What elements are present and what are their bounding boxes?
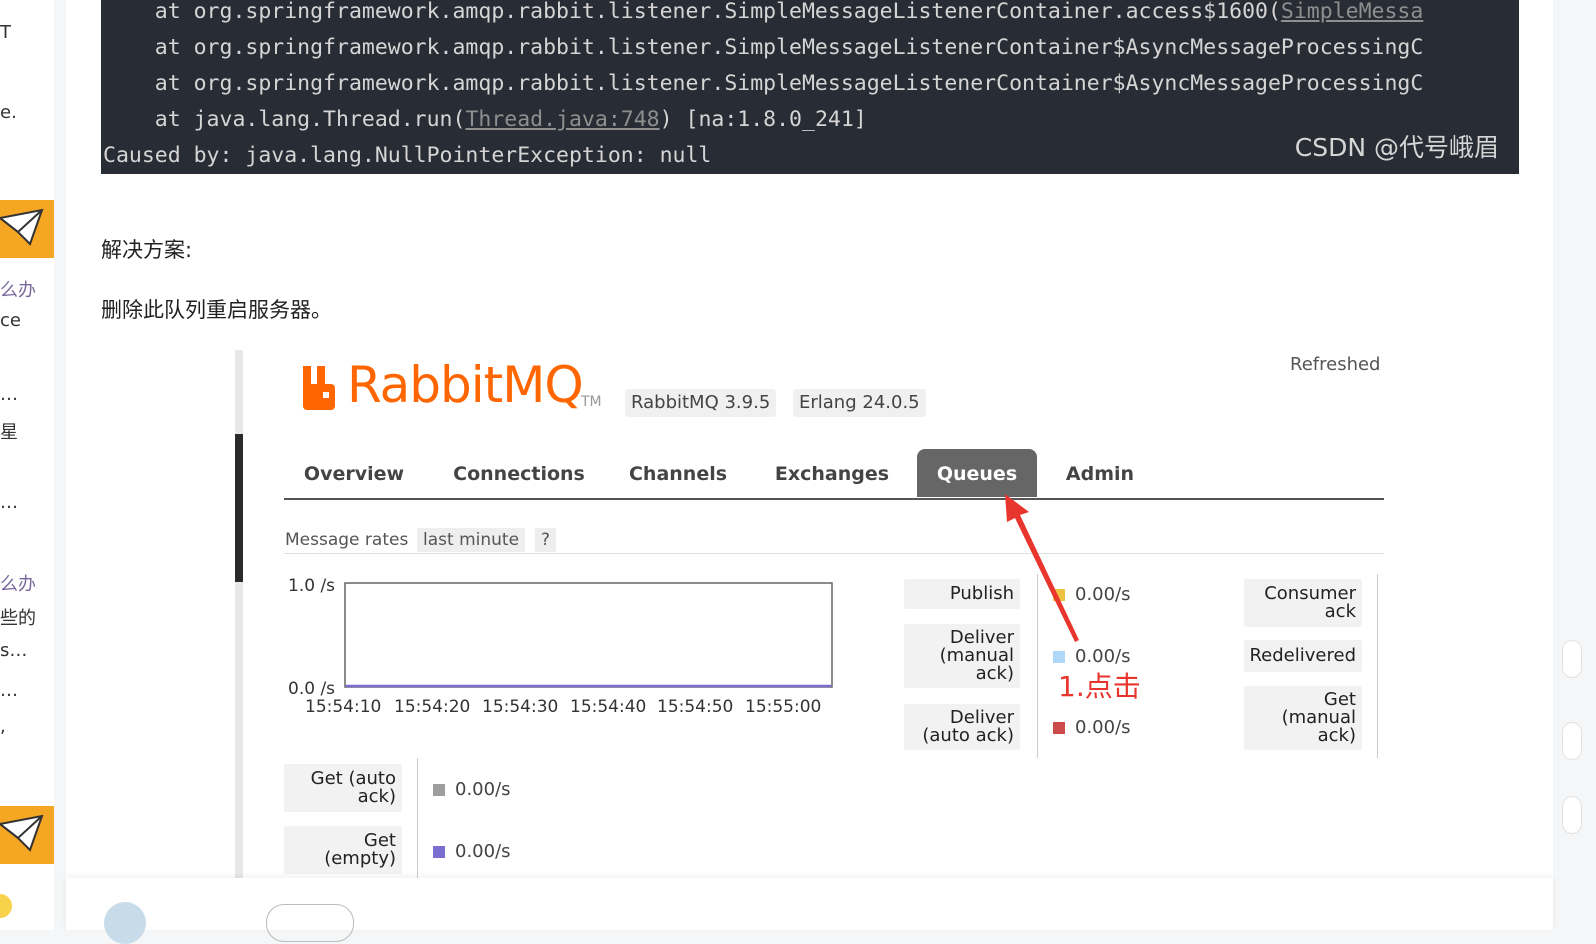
sidebar-text: 些的 (0, 608, 36, 629)
scrollbar-thumb[interactable] (235, 434, 243, 582)
x-tick: 15:54:40 (570, 697, 646, 717)
rates-period-button[interactable]: last minute (417, 528, 526, 552)
sidebar-text: ce (0, 310, 21, 331)
code-line: at org.springframework.amqp.rabbit.liste… (103, 0, 1424, 24)
legend-swatch (1053, 650, 1065, 663)
get-auto-ack-button[interactable]: Get (auto ack) (284, 764, 402, 812)
tab-overview[interactable]: Overview (292, 449, 416, 497)
watermark: CSDN @代号峨眉 (1294, 133, 1499, 162)
side-float-button[interactable] (1562, 796, 1582, 834)
x-tick: 15:54:20 (394, 697, 470, 717)
bottom-toolbar (66, 878, 1553, 944)
x-tick: 15:54:10 (305, 697, 381, 717)
get-auto-rate: 0.00/s (433, 779, 511, 800)
x-tick: 15:54:30 (482, 697, 558, 717)
sidebar-link[interactable]: 么办 (0, 570, 36, 596)
chart-plot-area (344, 582, 833, 688)
side-float-button[interactable] (1562, 640, 1582, 678)
sidebar-text: … (0, 680, 18, 701)
rabbitmq-screenshot: RabbitMQ TM RabbitMQ 3.9.5 Erlang 24.0.5… (235, 350, 1395, 880)
code-link[interactable]: Thread.java:748 (465, 107, 659, 132)
tab-exchanges[interactable]: Exchanges (762, 449, 902, 497)
paper-plane-icon (0, 208, 44, 246)
refreshed-label: Refreshed (1290, 354, 1381, 375)
sidebar-text: s… (0, 640, 28, 661)
legend-swatch (433, 845, 445, 858)
get-manual-ack-button[interactable]: Get (manual ack) (1244, 686, 1362, 750)
code-line: at org.springframework.amqp.rabbit.liste… (103, 71, 1424, 96)
sidebar-text: 星 (0, 422, 18, 443)
rates-help-button[interactable]: ? (535, 528, 557, 552)
sidebar-badge[interactable] (0, 806, 54, 864)
sidebar-text: , (0, 716, 6, 737)
get-empty-rate: 0.00/s (433, 841, 511, 862)
side-float-button[interactable] (1562, 722, 1582, 760)
logo-trademark: TM (581, 394, 602, 410)
rabbitmq-logo-icon (303, 366, 335, 410)
right-gutter (1553, 0, 1596, 930)
message-rates-label: Message rates (285, 530, 409, 550)
deliver-auto-ack-button[interactable]: Deliver (auto ack) (904, 704, 1020, 750)
redelivered-button[interactable]: Redelivered (1244, 640, 1362, 672)
tab-channels[interactable]: Channels (622, 449, 734, 497)
deliver-auto-rate: 0.00/s (1053, 717, 1131, 738)
x-tick: 15:54:50 (657, 697, 733, 717)
message-rates-bar: Message rates last minute ? (284, 526, 1384, 554)
code-line: at java.lang.Thread.run(Thread.java:748)… (103, 107, 867, 132)
annotation-text: 1.点击 (1058, 670, 1141, 703)
legend-swatch (433, 783, 445, 796)
left-sidebar: T e. 么办 ce … 星 … 么办 些的 s… … , (0, 0, 54, 930)
sidebar-text: … (0, 384, 18, 405)
sidebar-text: … (0, 492, 18, 513)
erlang-badge: Erlang 24.0.5 (793, 389, 926, 417)
solution-text: 删除此队列重启服务器。 (101, 298, 332, 322)
rabbitmq-logo-text: RabbitMQ (347, 356, 584, 414)
solution-heading: 解决方案: (101, 238, 193, 262)
sidebar-badge[interactable] (0, 200, 54, 258)
sidebar-link[interactable]: 么办 (0, 276, 36, 302)
code-line: Caused by: java.lang.NullPointerExceptio… (103, 143, 712, 168)
sidebar-text: e. (0, 102, 17, 123)
annotation-arrow-icon (1005, 494, 1079, 642)
legend-swatch (1053, 721, 1065, 734)
follow-button[interactable] (266, 904, 354, 942)
x-tick: 15:55:00 (745, 697, 821, 717)
code-block: at org.springframework.amqp.rabbit.liste… (101, 0, 1519, 174)
y-tick-max: 1.0 /s (288, 576, 335, 596)
version-badge: RabbitMQ 3.9.5 (625, 389, 777, 417)
emoji-icon (0, 894, 12, 918)
paper-plane-icon (0, 814, 44, 852)
tab-connections[interactable]: Connections (444, 449, 594, 497)
get-empty-button[interactable]: Get (empty) (284, 826, 402, 874)
divider (1377, 574, 1378, 758)
divider (417, 758, 418, 880)
scrollbar[interactable] (235, 350, 243, 880)
nav-tabs: Overview Connections Channels Exchanges … (284, 449, 1384, 500)
sidebar-text: T (0, 22, 11, 43)
consumer-ack-button[interactable]: Consumer ack (1244, 579, 1362, 627)
code-line: at org.springframework.amqp.rabbit.liste… (103, 35, 1424, 60)
y-tick-min: 0.0 /s (288, 679, 335, 699)
code-link[interactable]: SimpleMessa (1281, 0, 1423, 24)
message-rates-chart: 1.0 /s 0.0 /s 15:54:10 15:54:20 15:54:30… (288, 576, 833, 717)
avatar[interactable] (104, 902, 146, 944)
